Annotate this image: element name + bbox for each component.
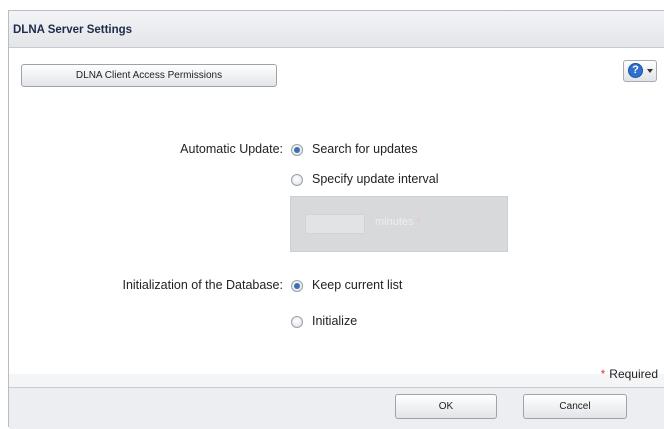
interval-unit-text: minutes [375, 216, 414, 228]
radio-button[interactable] [291, 316, 303, 328]
required-mark: * [600, 367, 606, 381]
dlna-settings-dialog: DLNA Server Settings ? DLNA Client Acces… [8, 10, 664, 429]
update-interval-input[interactable] [305, 214, 365, 234]
cancel-button[interactable]: Cancel [523, 394, 627, 419]
dialog-titlebar: DLNA Server Settings [9, 11, 664, 48]
dialog-title: DLNA Server Settings [13, 24, 133, 36]
radio-button[interactable] [291, 144, 303, 156]
radio-button[interactable] [291, 174, 303, 186]
required-note: * Required [601, 367, 658, 381]
radio-button[interactable] [291, 280, 303, 292]
interval-required-mark: * [416, 216, 421, 228]
ok-button[interactable]: OK [395, 394, 497, 419]
radio-label: Search for updates [312, 142, 418, 156]
help-icon: ? [628, 63, 643, 78]
radio-label: Keep current list [312, 278, 403, 292]
help-button[interactable]: ? [623, 60, 657, 82]
interval-unit-label: minutes * [375, 216, 421, 228]
required-text: Required [609, 367, 658, 381]
client-access-permissions-button[interactable]: DLNA Client Access Permissions [21, 64, 277, 87]
radio-label: Initialize [312, 314, 358, 328]
radio-label: Specify update interval [312, 172, 439, 186]
automatic-update-label: Automatic Update: [180, 142, 283, 156]
database-init-label: Initialization of the Database: [122, 278, 283, 292]
update-interval-panel: minutes * [290, 196, 508, 252]
chevron-down-icon [647, 69, 653, 73]
